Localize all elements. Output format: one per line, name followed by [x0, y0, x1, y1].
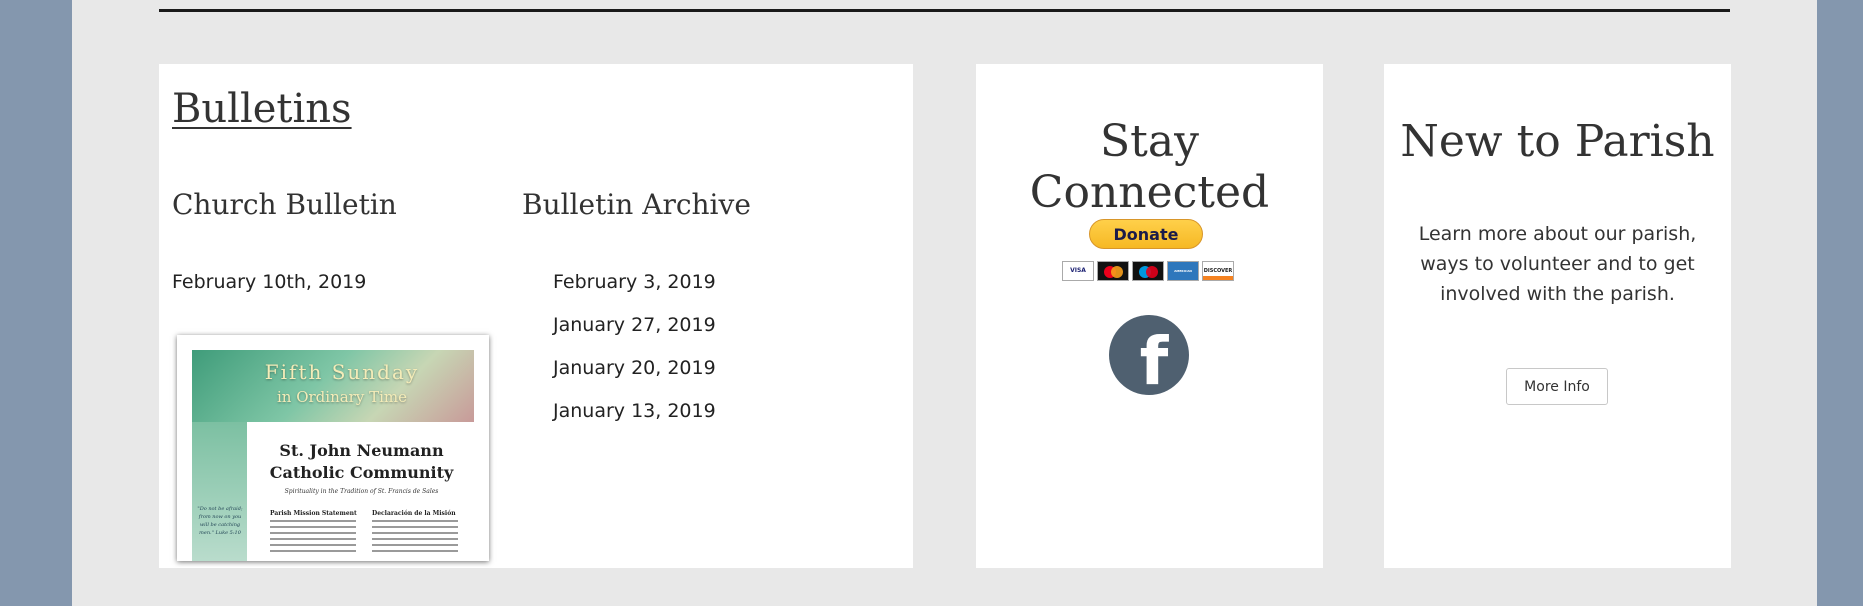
bulletins-card: Bulletins Church Bulletin Bulletin Archi…	[159, 64, 913, 568]
cover-mission-heading-es: Declaración de la Misión	[372, 510, 456, 517]
discover-label: DISCOVER	[1203, 268, 1233, 274]
cover-parish-line1: St. John Neumann	[279, 441, 444, 460]
cover-text-lines	[270, 520, 356, 556]
facebook-icon[interactable]: f	[1109, 315, 1189, 395]
stay-connected-title: Stay Connected	[1029, 116, 1270, 218]
cover-mission-heading-en: Parish Mission Statement	[270, 510, 357, 517]
more-info-button[interactable]: More Info	[1506, 368, 1608, 405]
bulletin-cover: Fifth Sunday in Ordinary Time St. John N…	[192, 350, 474, 561]
amex-label: AMERICAN EXPRESS	[1174, 269, 1192, 273]
cover-subtitle: in Ordinary Time	[276, 388, 407, 406]
cover-parish-name: St. John Neumann Catholic Community	[254, 440, 469, 484]
page-content: Bulletins Church Bulletin Bulletin Archi…	[72, 0, 1817, 606]
current-bulletin-link[interactable]: February 10th, 2019	[172, 271, 366, 293]
archive-item[interactable]: January 13, 2019	[553, 400, 716, 443]
archive-item[interactable]: January 27, 2019	[553, 314, 716, 357]
new-to-parish-description: Learn more about our parish, ways to vol…	[1418, 223, 1697, 305]
mastercard-icon	[1097, 261, 1129, 281]
cover-tagline: Spirituality in the Tradition of St. Fra…	[284, 488, 439, 495]
church-bulletin-heading: Church Bulletin	[172, 188, 397, 221]
bulletin-archive-list: February 3, 2019 January 27, 2019 Januar…	[553, 271, 716, 443]
amex-icon: AMERICAN EXPRESS	[1167, 261, 1199, 281]
bulletin-thumbnail[interactable]: Fifth Sunday in Ordinary Time St. John N…	[177, 335, 489, 561]
donate-button[interactable]: Donate	[1089, 219, 1203, 249]
archive-item[interactable]: February 3, 2019	[553, 271, 716, 314]
bulletin-archive-heading: Bulletin Archive	[522, 188, 751, 221]
visa-icon: VISA	[1062, 261, 1094, 281]
cover-text-lines	[372, 520, 458, 556]
stay-connected-card: Stay Connected Donate VISA AMERICAN EXPR…	[976, 64, 1323, 568]
payment-cards: VISA AMERICAN EXPRESS DISCOVER	[1062, 261, 1234, 281]
new-to-parish-title: New to Parish	[1400, 116, 1715, 167]
archive-item[interactable]: January 20, 2019	[553, 357, 716, 400]
discover-icon: DISCOVER	[1202, 261, 1234, 281]
cover-quote: "Do not be afraid; from now on you will …	[197, 506, 243, 536]
bulletins-title-link[interactable]: Bulletins	[172, 86, 352, 132]
cover-title: Fifth Sunday	[264, 360, 420, 384]
cover-side-band	[192, 422, 247, 561]
facebook-glyph: f	[1139, 323, 1169, 395]
top-divider	[159, 9, 1730, 12]
maestro-icon	[1132, 261, 1164, 281]
cover-parish-line2: Catholic Community	[269, 463, 454, 482]
new-to-parish-card: New to Parish Learn more about our paris…	[1384, 64, 1731, 568]
paypal-donate: Donate VISA AMERICAN EXPRESS DISCOVER	[1062, 219, 1238, 281]
